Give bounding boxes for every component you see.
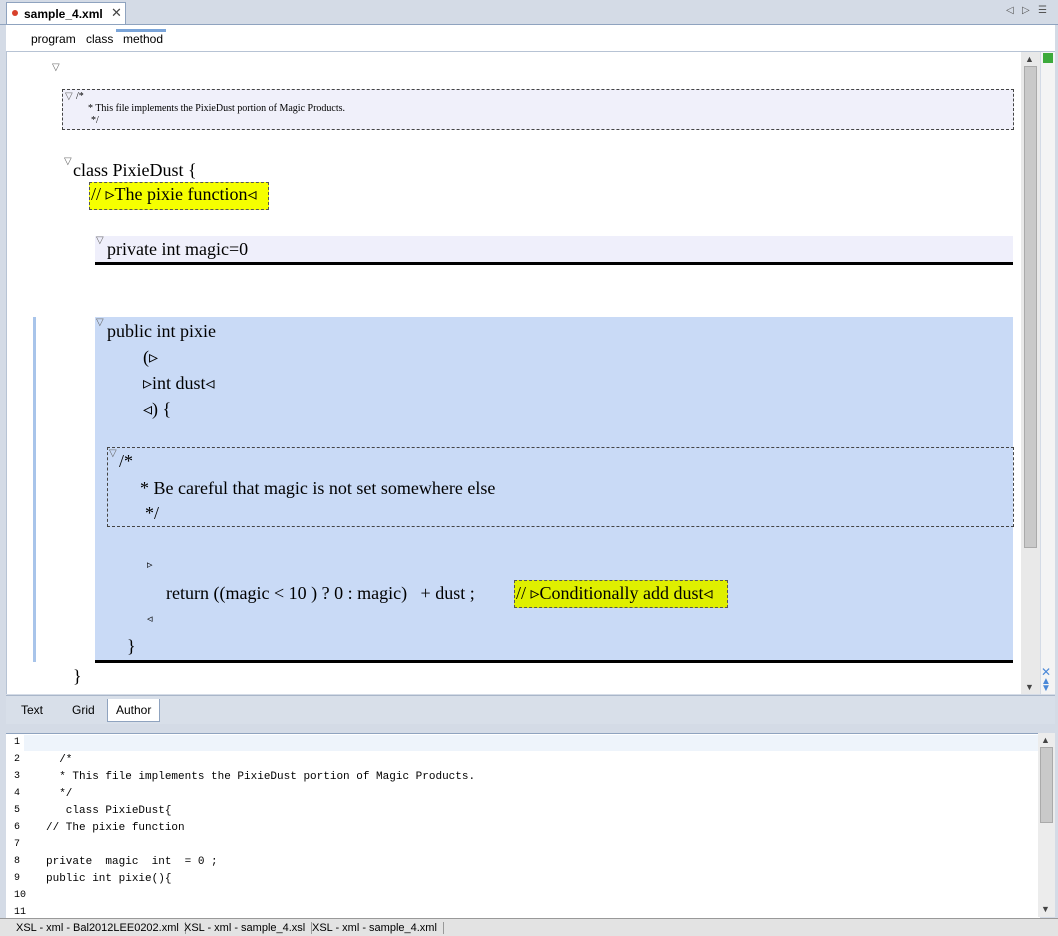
line-number: 10 [14, 890, 27, 901]
breadcrumb-method[interactable]: method [123, 32, 163, 46]
header-comment-line-2: * This file implements the PixieDust por… [88, 103, 346, 114]
return-end-marker: ◃ [147, 613, 153, 625]
editor-tab-bar: sample_4.xml ✕ ◁ ▷ ☰ [0, 0, 1058, 25]
pixie-function-comment[interactable]: // ▹The pixie function◃ [89, 182, 269, 210]
class-declaration[interactable]: class PixieDust { [73, 160, 197, 181]
line-number: 9 [14, 873, 21, 884]
header-comment-line-1: /* [76, 91, 84, 102]
source-scroll-down-icon[interactable]: ▼ [1041, 904, 1050, 914]
modified-dot-icon [12, 10, 18, 16]
method-comment-line-1: /* [119, 451, 134, 471]
annotation-ruler [1041, 52, 1055, 694]
collapse-method-comment-icon[interactable]: ▽ [109, 448, 117, 459]
tab-text[interactable]: Text [13, 699, 51, 721]
collapse-method-icon[interactable]: ▽ [96, 317, 104, 328]
line-number: 5 [14, 805, 21, 816]
scroll-down-icon[interactable]: ▼ [1025, 682, 1034, 692]
current-element-marker [33, 317, 36, 662]
method-parameter[interactable]: ▹int dust◃ [143, 373, 215, 394]
method-comment-line-3: */ [145, 503, 160, 523]
author-editor-page[interactable]: ▽ ▽ /* * This file implements the PixieD… [6, 52, 1022, 694]
return-start-marker: ▹ [147, 559, 153, 571]
line-number: 4 [14, 788, 21, 799]
method-close-brace: } [127, 636, 136, 656]
header-comment-line-3: */ [91, 115, 99, 126]
source-line[interactable]: */ [46, 788, 72, 800]
doc-tab-sample-4-xsl[interactable]: XSL - xml - sample_4.xsl [178, 922, 313, 934]
validation-status-icon[interactable] [1043, 53, 1053, 63]
source-text-pane[interactable]: 1 2 /* 3 * This file implements the PixieD… [6, 733, 1040, 918]
header-comment-block[interactable]: ▽ /* * This file implements the PixieDus… [62, 89, 1014, 130]
conditionally-add-dust-comment-text: // ▹Conditionally add dust◃ [516, 583, 713, 603]
tab-list-menu-icon[interactable]: ☰ [1038, 5, 1047, 16]
breadcrumb-active-indicator [116, 29, 166, 32]
collapse-class-icon[interactable]: ▽ [64, 156, 72, 167]
source-line[interactable]: /* [46, 754, 72, 766]
line-number: 1 [14, 737, 21, 748]
doc-tab-sample-4-xml[interactable]: XSL - xml - sample_4.xml [306, 922, 444, 934]
scroll-up-icon[interactable]: ▲ [1025, 54, 1034, 64]
class-close-brace: } [73, 666, 82, 686]
line-number: 11 [14, 907, 27, 918]
tab-author[interactable]: Author [107, 699, 161, 722]
collapse-field-icon[interactable]: ▽ [96, 235, 104, 246]
source-line[interactable]: private magic int = 0 ; [46, 856, 218, 868]
line-number: 3 [14, 771, 21, 782]
line-number: 2 [14, 754, 21, 765]
current-line-highlight [24, 735, 1040, 751]
author-vertical-scrollbar[interactable]: ▲ ▼ [1021, 52, 1040, 694]
line-number: 7 [14, 839, 21, 850]
doc-tab-bal2012[interactable]: XSL - xml - Bal2012LEE0202.xml [10, 922, 186, 934]
source-line[interactable]: public int pixie(){ [46, 873, 171, 885]
scrollbar-thumb[interactable] [1024, 66, 1037, 548]
collapse-comment-icon[interactable]: ▽ [65, 91, 73, 102]
breadcrumb-program[interactable]: program [31, 32, 76, 46]
source-line[interactable]: * This file implements the PixieDust por… [46, 771, 475, 783]
tab-grid[interactable]: Grid [64, 699, 103, 721]
scroll-tabs-left-icon[interactable]: ◁ [1006, 5, 1014, 16]
source-scroll-up-icon[interactable]: ▲ [1041, 735, 1050, 745]
document-tab-bar: XSL - xml - Bal2012LEE0202.xml XSL - xml… [0, 918, 1058, 936]
pixie-function-comment-text: // ▹The pixie function◃ [91, 184, 257, 204]
method-paren-close: ◃) { [143, 399, 172, 419]
source-scrollbar-thumb[interactable] [1040, 747, 1053, 823]
editor-mode-bar: Text Grid Author [6, 695, 1055, 724]
field-declaration-text: private int magic=0 [107, 239, 249, 259]
scroll-tabs-right-icon[interactable]: ▷ [1022, 5, 1030, 16]
close-tab-icon[interactable]: ✕ [111, 5, 122, 21]
method-comment-line-2: * Be careful that magic is not set somew… [140, 478, 496, 498]
method-signature: public int pixie [107, 321, 216, 341]
source-line[interactable]: class PixieDust{ [46, 805, 172, 817]
line-number: 6 [14, 822, 21, 833]
conditionally-add-dust-comment[interactable]: // ▹Conditionally add dust◃ [514, 580, 728, 608]
return-statement[interactable]: return ((magic < 10 ) ? 0 : magic) + dus… [166, 583, 475, 604]
method-block[interactable]: ▽ public int pixie (▹ ▹int dust◃ ◃) { ▽ … [95, 317, 1014, 663]
editor-tab-title: sample_4.xml [24, 7, 103, 21]
method-paren-open: (▹ [143, 347, 159, 367]
method-comment-block[interactable]: ▽ /* * Be careful that magic is not set … [107, 447, 1014, 527]
editor-tab-sample-4[interactable]: sample_4.xml ✕ [6, 2, 126, 24]
navigate-markers-icon[interactable]: ▲ ▼ [1041, 677, 1051, 694]
breadcrumb-class[interactable]: class [86, 32, 113, 46]
source-line[interactable]: // The pixie function [46, 822, 185, 834]
line-number: 8 [14, 856, 21, 867]
collapse-program-icon[interactable]: ▽ [52, 62, 60, 73]
field-declaration[interactable]: ▽ private int magic=0 [95, 235, 1013, 265]
source-vertical-scrollbar[interactable]: ▲ ▼ [1038, 733, 1055, 917]
